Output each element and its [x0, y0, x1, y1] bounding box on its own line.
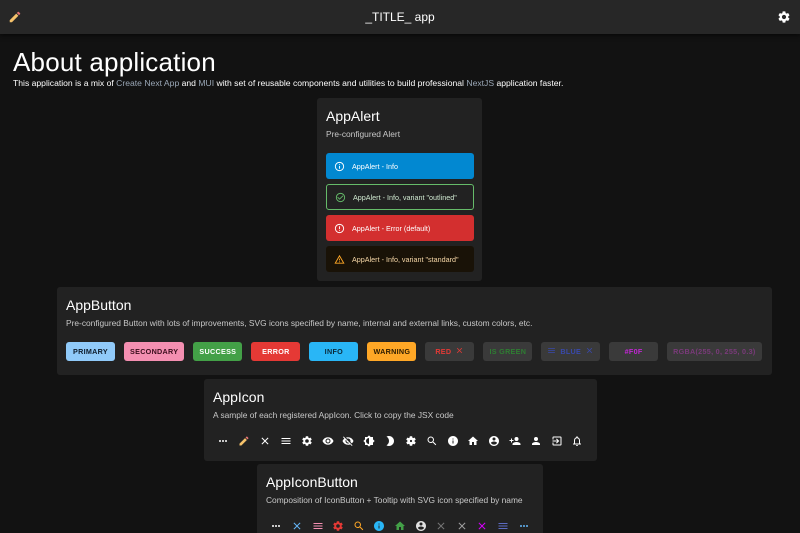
- close-icon[interactable]: [255, 433, 276, 449]
- menu-icon[interactable]: [307, 518, 328, 533]
- button-is-green[interactable]: IS GREEN: [483, 342, 533, 361]
- alert-item: AppAlert - Info: [326, 153, 474, 179]
- close-icon[interactable]: [472, 518, 493, 533]
- close-icon[interactable]: [451, 518, 472, 533]
- button-label: RED: [435, 347, 452, 356]
- close-icon[interactable]: [287, 518, 308, 533]
- close-icon: [585, 346, 594, 357]
- account-circle-icon[interactable]: [410, 518, 431, 533]
- app-icon-card: AppIcon A sample of each registered AppI…: [204, 379, 597, 461]
- alert-text: AppAlert - Info, variant "standard": [352, 254, 459, 264]
- error-icon: [334, 223, 345, 234]
- info-icon[interactable]: [369, 518, 390, 533]
- link-create-next-app[interactable]: Create Next App: [116, 78, 179, 88]
- account-circle-icon[interactable]: [484, 433, 505, 449]
- person-icon[interactable]: [525, 433, 546, 449]
- check-circle-icon: [335, 192, 346, 203]
- gear-icon[interactable]: [296, 433, 317, 449]
- button-blue[interactable]: BLUE: [541, 342, 601, 361]
- button-label: #F0F: [624, 347, 643, 356]
- app-title: _TITLE_ app: [365, 10, 435, 24]
- app-bar: _TITLE_ app: [0, 0, 800, 34]
- button-error[interactable]: ERROR: [251, 342, 301, 361]
- search-icon[interactable]: [348, 518, 369, 533]
- alert-item: AppAlert - Error (default): [326, 215, 474, 241]
- button-red[interactable]: RED: [425, 342, 475, 361]
- person-add-icon[interactable]: [505, 433, 526, 449]
- button-warning[interactable]: WARNING: [367, 342, 417, 361]
- menu-icon[interactable]: [493, 518, 514, 533]
- home-icon[interactable]: [463, 433, 484, 449]
- link-nextjs[interactable]: NextJS: [466, 78, 494, 88]
- intro-text: This application is a mix of Create Next…: [13, 78, 564, 88]
- button-label: SECONDARY: [130, 347, 179, 356]
- alert-text: AppAlert - Info, variant "outlined": [353, 192, 457, 202]
- button-success[interactable]: SUCCESS: [193, 342, 243, 361]
- button-row: PRIMARY SECONDARY SUCCESS ERROR INFO WARNING R…: [66, 342, 763, 361]
- gear-icon[interactable]: [775, 8, 793, 26]
- alert-item: AppAlert - Info, variant "outlined": [326, 184, 474, 210]
- app-icon-title: AppIcon: [213, 389, 265, 405]
- menu-icon[interactable]: [275, 433, 296, 449]
- alert-text: AppAlert - Info: [352, 161, 398, 171]
- app-button-title: AppButton: [66, 297, 132, 313]
- more-horiz-icon[interactable]: [513, 518, 534, 533]
- search-icon[interactable]: [421, 433, 442, 449]
- button-info[interactable]: INFO: [309, 342, 359, 361]
- button-label: INFO: [324, 347, 344, 356]
- app-icon-button-card: AppIconButton Composition of IconButton …: [257, 464, 543, 533]
- info-icon[interactable]: [442, 433, 463, 449]
- menu-icon: [547, 346, 556, 357]
- warning-icon: [334, 254, 345, 265]
- page-title: About application: [13, 47, 216, 77]
- app-button-card: AppButton Pre-configured Button with lot…: [57, 287, 772, 375]
- gear-icon[interactable]: [328, 518, 349, 533]
- home-icon[interactable]: [390, 518, 411, 533]
- more-horiz-icon[interactable]: [266, 518, 287, 533]
- button-f0f[interactable]: #F0F: [609, 342, 659, 361]
- eye-icon[interactable]: [317, 433, 338, 449]
- button-primary[interactable]: PRIMARY: [66, 342, 115, 361]
- more-horiz-icon[interactable]: [213, 433, 234, 449]
- button-rgba-255-0-255-0-3[interactable]: RGBA(255, 0, 255, 0.3): [667, 342, 762, 361]
- icon-button-row: [266, 518, 534, 533]
- pencil-icon[interactable]: [6, 8, 24, 26]
- link-mui[interactable]: MUI: [198, 78, 214, 88]
- app-icon-button-title: AppIconButton: [266, 474, 358, 490]
- button-label: SUCCESS: [199, 347, 237, 356]
- brightness-icon[interactable]: [359, 433, 380, 449]
- alert-text: AppAlert - Error (default): [352, 223, 431, 233]
- info-icon: [334, 161, 345, 172]
- close-icon[interactable]: [431, 518, 452, 533]
- button-secondary[interactable]: SECONDARY: [124, 342, 185, 361]
- button-label: PRIMARY: [73, 347, 108, 356]
- eye-off-icon[interactable]: [338, 433, 359, 449]
- button-label: BLUE: [560, 347, 582, 356]
- app-alert-title: AppAlert: [326, 108, 380, 124]
- bell-icon[interactable]: [567, 433, 588, 449]
- app-button-subtitle: Pre-configured Button with lots of impro…: [66, 318, 533, 328]
- button-label: IS GREEN: [489, 347, 527, 356]
- button-label: RGBA(255, 0, 255, 0.3): [673, 347, 756, 356]
- alert-list: AppAlert - Info AppAlert - Info, variant …: [326, 153, 474, 272]
- button-label: ERROR: [262, 347, 290, 356]
- moon-icon[interactable]: [380, 433, 401, 449]
- app-icon-button-subtitle: Composition of IconButton + Tooltip with…: [266, 495, 523, 505]
- app-alert-subtitle: Pre-configured Alert: [326, 129, 401, 139]
- close-icon: [455, 346, 464, 357]
- icon-row: [213, 433, 588, 449]
- alert-item: AppAlert - Info, variant "standard": [326, 246, 474, 272]
- app-alert-card: AppAlert Pre-configured Alert AppAlert -…: [317, 98, 482, 281]
- gear-outline-icon[interactable]: [400, 433, 421, 449]
- pencil-icon[interactable]: [234, 433, 255, 449]
- logout-icon[interactable]: [546, 433, 567, 449]
- button-label: WARNING: [373, 347, 411, 356]
- app-icon-subtitle: A sample of each registered AppIcon. Cli…: [213, 410, 454, 420]
